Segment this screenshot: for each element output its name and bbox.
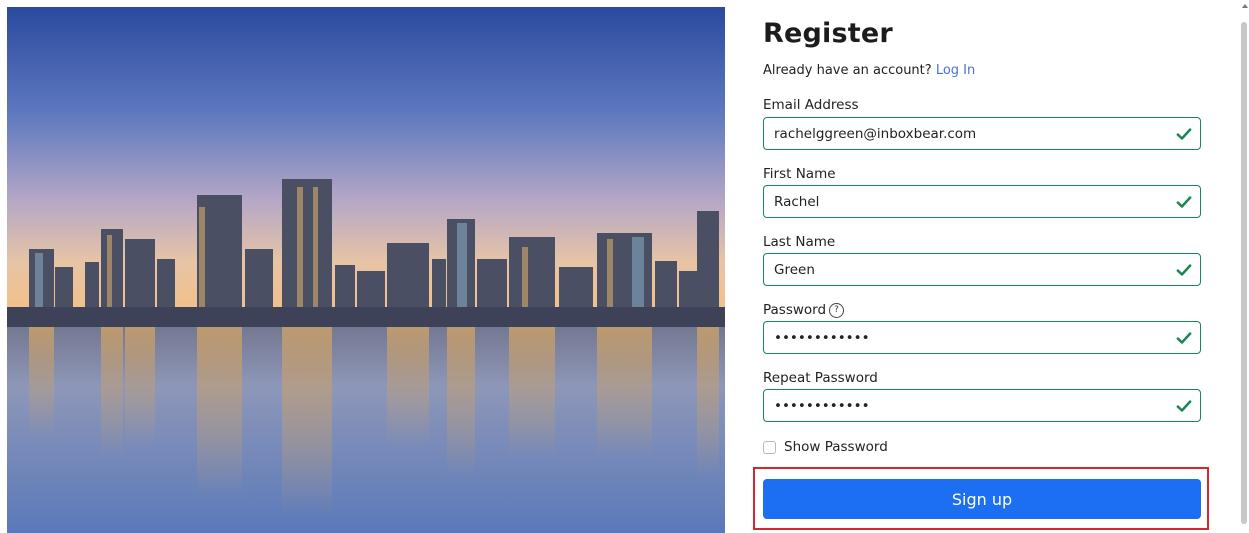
login-prompt: Already have an account? Log In (763, 63, 975, 78)
show-password-label: Show Password (784, 439, 888, 455)
password-field[interactable] (763, 321, 1201, 354)
show-password-checkbox[interactable] (763, 440, 776, 454)
first-name-field[interactable] (763, 185, 1201, 218)
question-circle-icon[interactable]: ? (829, 303, 845, 318)
scrollbar[interactable] (1241, 22, 1247, 524)
login-link[interactable]: Log In (936, 63, 975, 78)
sign-up-button[interactable]: Sign up (763, 479, 1201, 519)
first-name-label: First Name (763, 166, 836, 182)
login-prompt-text: Already have an account? (763, 63, 932, 78)
hero-image (7, 7, 725, 533)
scroll-up-arrow-icon[interactable] (1242, 4, 1248, 8)
email-label: Email Address (763, 97, 859, 113)
password-label-row: Password? (763, 302, 845, 318)
last-name-label: Last Name (763, 234, 836, 250)
page-title: Register (763, 18, 893, 49)
show-password-row[interactable]: Show Password (763, 439, 888, 455)
last-name-field[interactable] (763, 253, 1201, 286)
password-label: Password (763, 302, 827, 318)
repeat-password-label: Repeat Password (763, 370, 878, 386)
email-field[interactable] (763, 117, 1201, 150)
repeat-password-field[interactable] (763, 389, 1201, 422)
